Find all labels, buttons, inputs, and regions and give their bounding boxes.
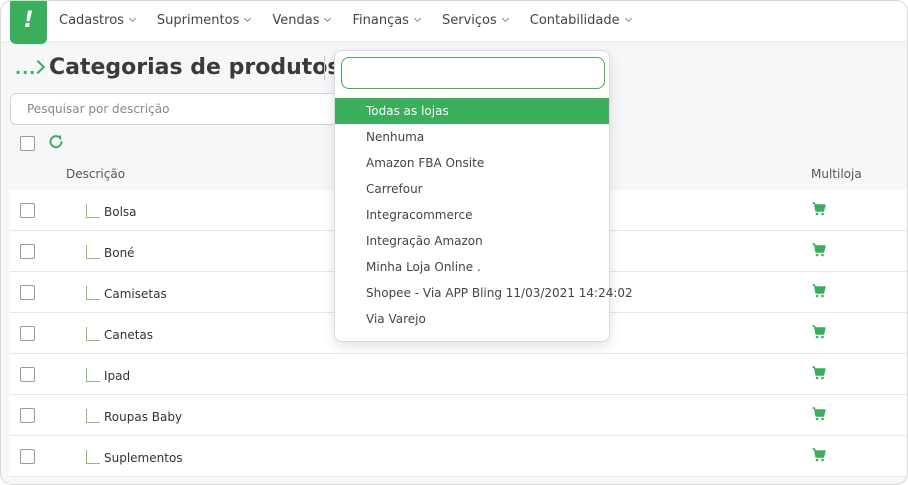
menu-item-label: Serviços (441, 13, 497, 28)
menu-item-financas[interactable]: Finanças (352, 1, 422, 41)
row-checkbox[interactable] (20, 408, 35, 423)
chevron-down-icon (128, 14, 136, 23)
store-option-carrefour[interactable]: Carrefour (335, 176, 609, 202)
brand-logo[interactable]: ! (10, 1, 47, 44)
menu-item-label: Finanças (352, 13, 409, 28)
row-label: Canetas (104, 328, 154, 342)
tree-branch-icon (86, 368, 100, 382)
row-checkbox[interactable] (20, 203, 35, 218)
store-option-integracao-amazon[interactable]: Integração Amazon (335, 228, 609, 254)
top-navigation: ! Cadastros Suprimentos Vendas Finanças … (1, 1, 907, 44)
tree-branch-icon (86, 286, 100, 300)
row-label: Ipad (104, 369, 131, 383)
row-label: Camisetas (104, 287, 167, 301)
menu-item-servicos[interactable]: Serviços (441, 1, 509, 41)
row-checkbox[interactable] (20, 285, 35, 300)
column-header-description[interactable]: Descrição (66, 167, 125, 181)
store-option-all[interactable]: Todas as lojas (335, 98, 609, 124)
store-option-integracommerce[interactable]: Integracommerce (335, 202, 609, 228)
menu-item-vendas[interactable]: Vendas (272, 1, 332, 41)
chevron-down-icon (244, 14, 252, 23)
cart-icon[interactable] (812, 284, 826, 298)
row-label: Bolsa (104, 205, 137, 219)
menu-item-label: Suprimentos (156, 13, 240, 28)
cart-icon[interactable] (812, 325, 826, 339)
row-checkbox[interactable] (20, 367, 35, 382)
chevron-down-icon (324, 14, 332, 23)
tree-branch-icon (86, 204, 100, 218)
store-option-shopee[interactable]: Shopee - Via APP Bling 11/03/2021 14:24:… (335, 280, 633, 306)
cart-icon[interactable] (812, 407, 826, 421)
menu-item-cadastros[interactable]: Cadastros (59, 1, 136, 41)
cart-icon[interactable] (812, 448, 826, 462)
chevron-down-icon (624, 14, 632, 23)
row-checkbox[interactable] (20, 244, 35, 259)
app-window: ! Cadastros Suprimentos Vendas Finanças … (0, 0, 908, 485)
row-label: Boné (104, 246, 135, 260)
row-label: Roupas Baby (104, 410, 183, 424)
title-divider (324, 56, 325, 80)
store-option-minha-loja[interactable]: Minha Loja Online . (335, 254, 609, 280)
store-filter-dropdown: Todas as lojas Nenhuma Amazon FBA Onsite… (334, 50, 633, 342)
row-checkbox[interactable] (20, 326, 35, 341)
refresh-icon[interactable] (48, 134, 64, 150)
store-search-input[interactable] (341, 57, 605, 89)
store-options-list: Todas as lojas Nenhuma Amazon FBA Onsite… (335, 98, 633, 332)
chevron-down-icon (413, 14, 422, 23)
menu-item-contabilidade[interactable]: Contabilidade (529, 1, 632, 41)
cart-icon[interactable] (812, 366, 826, 380)
table-row[interactable]: Roupas Baby (10, 395, 907, 436)
column-header-multiloja[interactable]: Multiloja (811, 167, 862, 181)
select-all-checkbox[interactable] (20, 136, 35, 151)
tree-branch-icon (86, 409, 100, 423)
menu-item-label: Contabilidade (529, 13, 620, 28)
cart-icon[interactable] (812, 243, 826, 257)
tree-branch-icon (86, 450, 100, 464)
menu-item-suprimentos[interactable]: Suprimentos (156, 1, 252, 41)
store-option-via-varejo[interactable]: Via Varejo (335, 306, 609, 332)
row-checkbox[interactable] (20, 449, 35, 464)
tree-branch-icon (86, 245, 100, 259)
table-row[interactable]: Suplementos (10, 436, 907, 477)
chevron-down-icon (501, 14, 509, 23)
row-label: Suplementos (104, 451, 183, 465)
page-title: Categorias de produtos (49, 55, 341, 80)
search-placeholder: Pesquisar por descrição (27, 102, 170, 116)
tree-branch-icon (86, 327, 100, 341)
search-input[interactable]: Pesquisar por descrição (10, 93, 350, 125)
menu-item-label: Cadastros (59, 13, 124, 28)
menu-item-label: Vendas (272, 13, 320, 28)
store-option-none[interactable]: Nenhuma (335, 124, 609, 150)
cart-icon[interactable] (812, 202, 826, 216)
table-row[interactable]: Ipad (10, 354, 907, 395)
store-option-amazon-fba[interactable]: Amazon FBA Onsite (335, 150, 609, 176)
main-menu: Cadastros Suprimentos Vendas Finanças Se… (59, 1, 653, 41)
